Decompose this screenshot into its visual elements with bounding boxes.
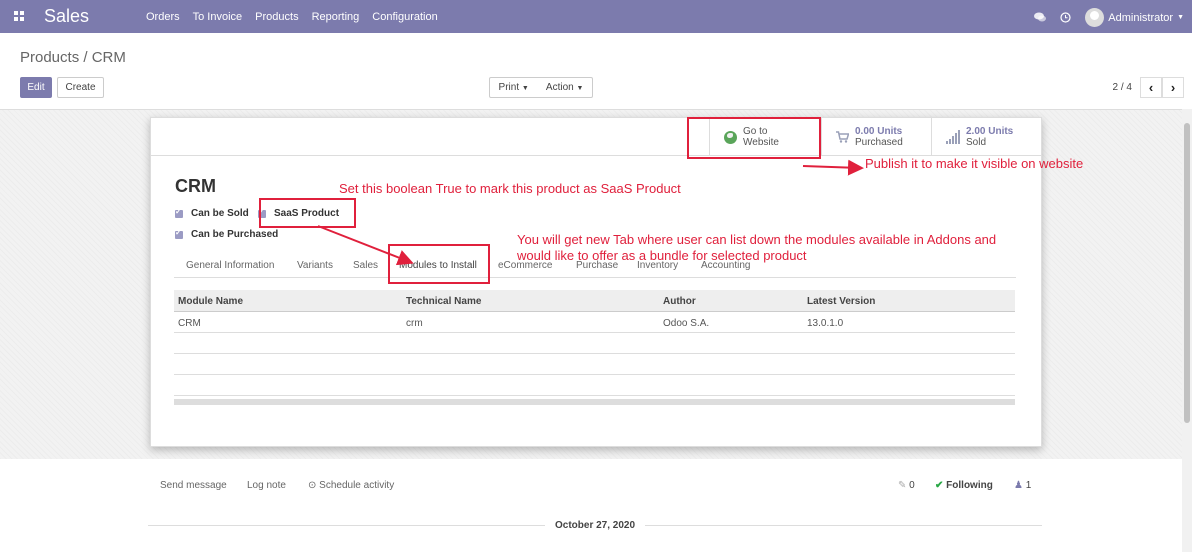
- sold-label: Sold: [966, 137, 987, 148]
- action-dropdown[interactable]: Action ▼: [546, 82, 584, 93]
- can-be-purchased-checkbox[interactable]: Can be Purchased: [175, 228, 279, 240]
- paperclip-icon: ✎: [898, 480, 907, 491]
- purchased-value: 0.00 Units: [855, 126, 903, 137]
- tab-general-information[interactable]: General Information: [186, 260, 274, 271]
- col-module-name[interactable]: Module Name: [178, 296, 243, 307]
- checkbox-icon: [175, 228, 183, 239]
- annotation-saas: Set this boolean True to mark this produ…: [339, 181, 681, 196]
- table-footer: [174, 399, 1015, 405]
- chat-icon[interactable]: [1034, 12, 1047, 23]
- table-header: Module Name Technical Name Author Latest…: [174, 290, 1015, 312]
- product-name[interactable]: CRM: [175, 176, 216, 197]
- col-author[interactable]: Author: [663, 296, 696, 307]
- menu-reporting[interactable]: Reporting: [312, 11, 360, 23]
- log-note-button[interactable]: Log note: [247, 480, 286, 491]
- tab-sales[interactable]: Sales: [353, 260, 378, 271]
- checkbox-icon: [175, 207, 183, 218]
- table-row[interactable]: CRM crm Odoo S.A. 13.0.1.0: [174, 312, 1015, 333]
- chatter: [0, 459, 1182, 552]
- menu-products[interactable]: Products: [255, 11, 298, 23]
- pager-buttons: ‹ ›: [1140, 77, 1184, 98]
- scrollbar-thumb[interactable]: [1184, 123, 1190, 423]
- button-box: Go to Website 0.00 Units Purchased 2.00 …: [151, 118, 1041, 156]
- following-button[interactable]: ✔ Following: [935, 480, 993, 491]
- sold-button[interactable]: 2.00 Units Sold: [931, 118, 1041, 156]
- apps-icon[interactable]: [14, 11, 26, 23]
- date-label: October 27, 2020: [545, 520, 646, 531]
- col-latest-version[interactable]: Latest Version: [807, 296, 875, 307]
- create-button[interactable]: Create: [57, 77, 104, 98]
- next-icon[interactable]: ›: [1162, 77, 1184, 98]
- pager-value[interactable]: 2 / 4: [1113, 82, 1132, 93]
- main-menu: Orders To Invoice Products Reporting Con…: [146, 11, 438, 23]
- caret-down-icon: ▼: [576, 85, 584, 92]
- annotation-box-saas: [259, 198, 356, 228]
- tab-variants[interactable]: Variants: [297, 260, 333, 271]
- clock-icon: ⊙: [308, 480, 317, 491]
- breadcrumb[interactable]: Products / CRM: [20, 49, 126, 66]
- can-be-purchased-label: Can be Purchased: [191, 229, 279, 240]
- previous-icon[interactable]: ‹: [1140, 77, 1162, 98]
- annotation-tab-1: You will get new Tab where user can list…: [517, 232, 997, 247]
- print-dropdown[interactable]: Print ▼: [499, 82, 529, 93]
- schedule-activity-button[interactable]: ⊙ Schedule activity: [308, 480, 394, 491]
- scrollbar[interactable]: [1182, 109, 1192, 552]
- menu-to-invoice[interactable]: To Invoice: [193, 11, 243, 23]
- annotation-tab-2: would like to offer as a bundle for sele…: [517, 248, 807, 263]
- annotation-box-tab: [388, 244, 490, 284]
- user-icon: ♟: [1014, 480, 1023, 491]
- menu-orders[interactable]: Orders: [146, 11, 180, 23]
- cart-icon: [836, 131, 849, 143]
- app-name[interactable]: Sales: [44, 6, 89, 27]
- purchased-label: Purchased: [855, 137, 903, 148]
- user-menu[interactable]: Administrator ▼: [1085, 8, 1184, 27]
- send-message-button[interactable]: Send message: [160, 480, 227, 491]
- attachments-button[interactable]: ✎ 0: [898, 480, 915, 491]
- purchased-button[interactable]: 0.00 Units Purchased: [821, 118, 931, 156]
- avatar: [1085, 8, 1105, 27]
- user-name: Administrator: [1108, 11, 1174, 24]
- signal-bars-icon: [946, 130, 960, 144]
- sidebar-actions: Print ▼ Action ▼: [489, 77, 593, 98]
- caret-down-icon: ▼: [1177, 14, 1184, 21]
- table-row-empty: [174, 375, 1015, 396]
- annotation-publish: Publish it to make it visible on website: [865, 156, 1084, 171]
- menu-configuration[interactable]: Configuration: [372, 11, 437, 23]
- check-icon: ✔: [935, 480, 944, 491]
- can-be-sold-checkbox[interactable]: Can be Sold: [175, 207, 249, 219]
- can-be-sold-label: Can be Sold: [191, 208, 249, 219]
- table-row-empty: [174, 333, 1015, 354]
- sold-value: 2.00 Units: [966, 126, 1014, 137]
- table-row-empty: [174, 354, 1015, 375]
- followers-button[interactable]: ♟ 1: [1014, 480, 1031, 491]
- top-navbar: Sales Orders To Invoice Products Reporti…: [0, 0, 1192, 33]
- caret-down-icon: ▼: [521, 85, 529, 92]
- annotation-box-website: [687, 117, 821, 159]
- col-technical-name[interactable]: Technical Name: [406, 296, 481, 307]
- modules-table: Module Name Technical Name Author Latest…: [174, 290, 1015, 405]
- navbar-right: Administrator ▼: [1034, 8, 1184, 27]
- clock-icon[interactable]: [1060, 12, 1071, 23]
- edit-button[interactable]: Edit: [20, 77, 52, 98]
